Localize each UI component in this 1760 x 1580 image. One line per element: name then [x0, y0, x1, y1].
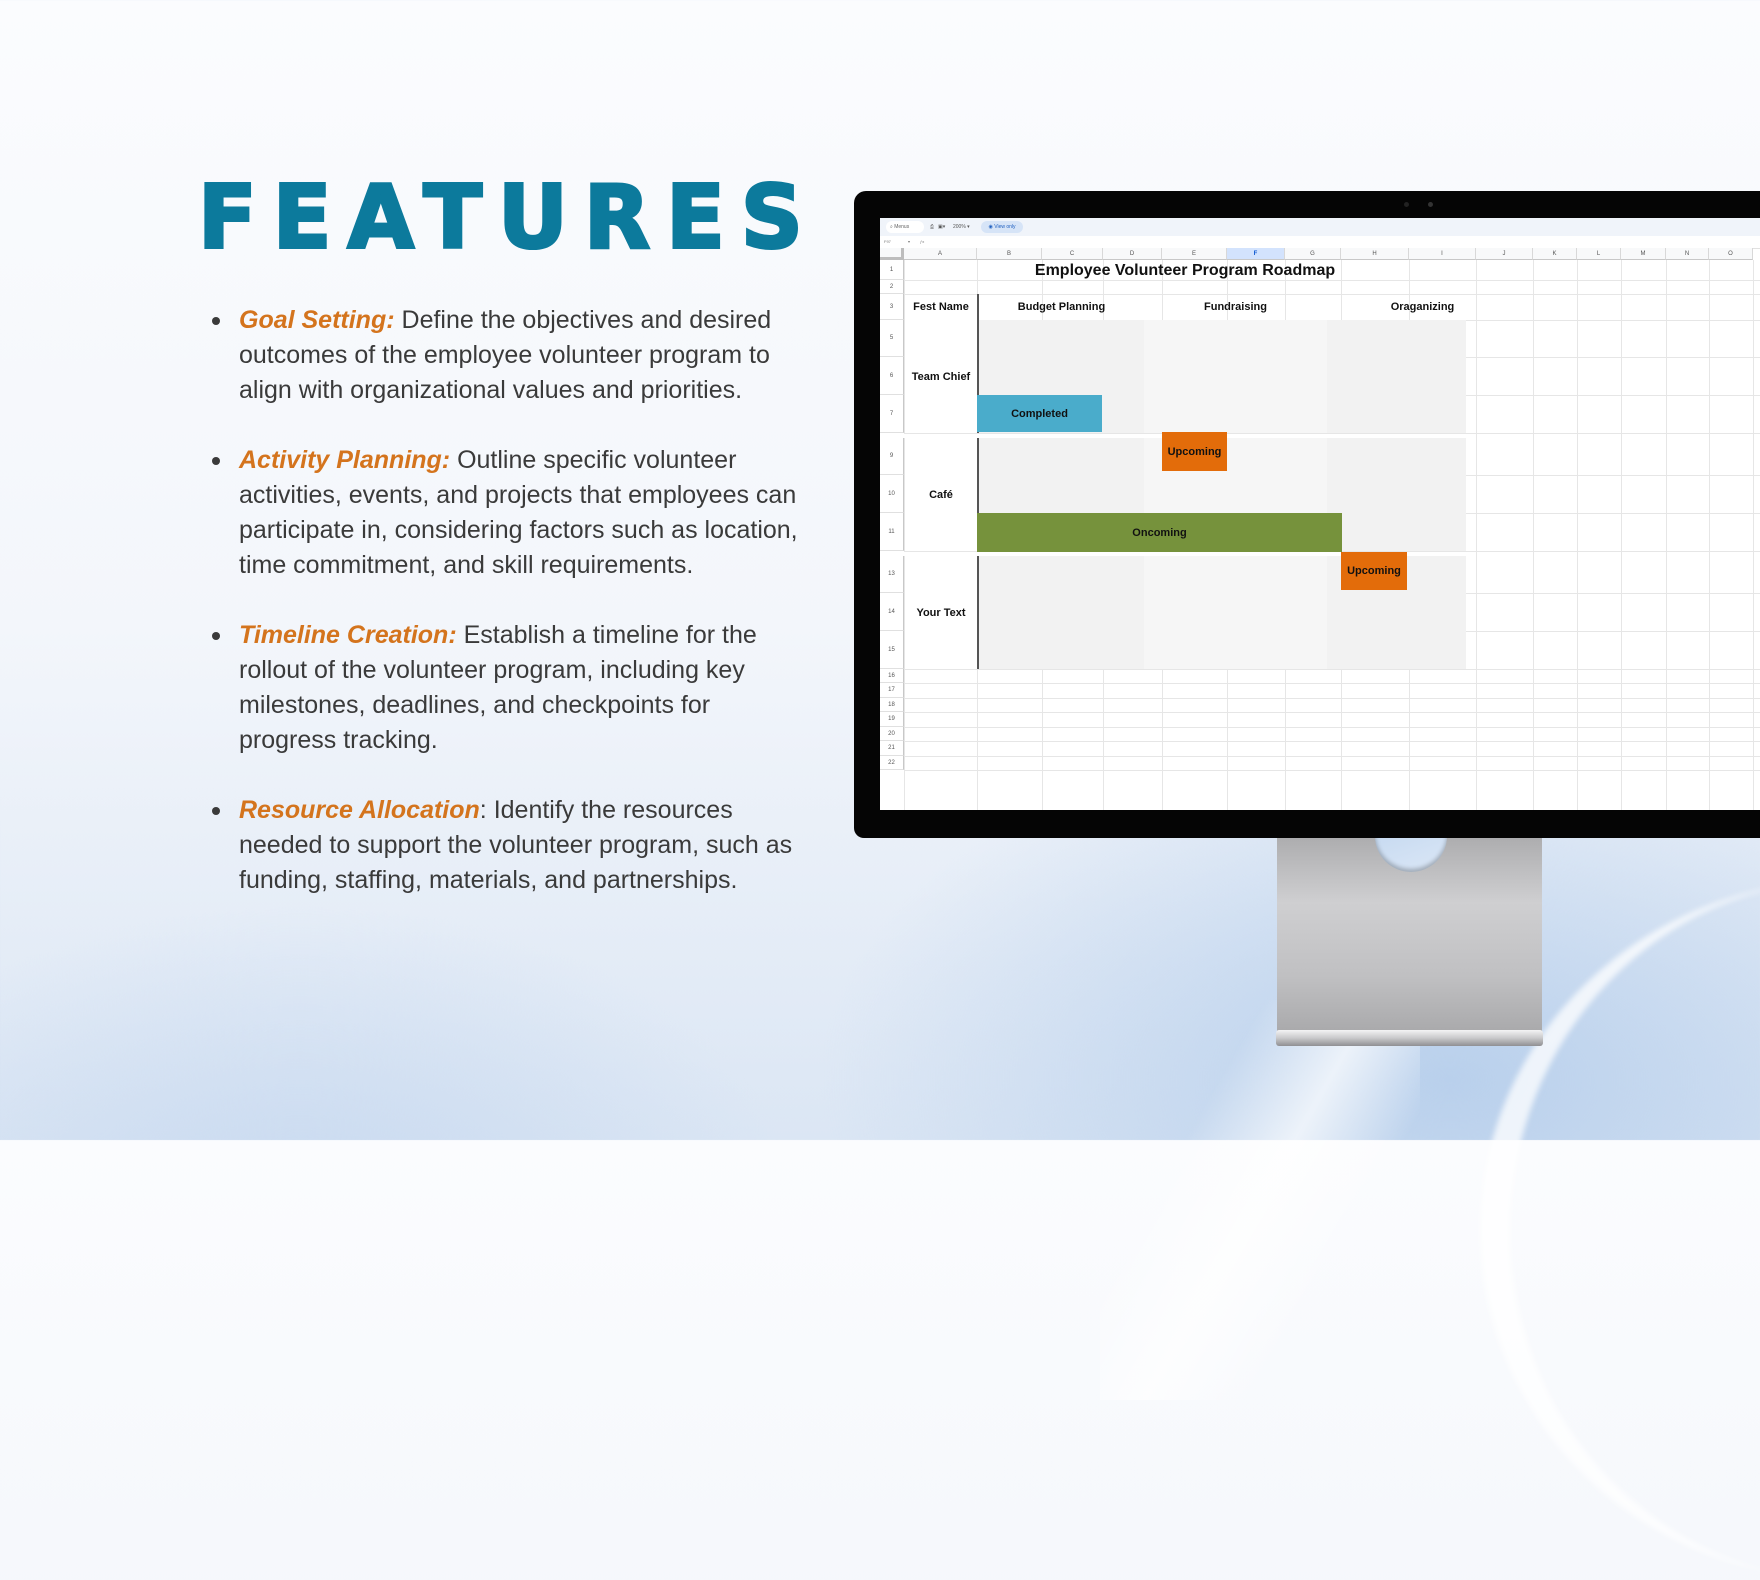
paint-format-icon[interactable]: ▣▾	[938, 221, 945, 233]
grid-line	[904, 727, 1760, 728]
timeline-cell-block	[1327, 438, 1466, 551]
column-header-g[interactable]: G	[1285, 248, 1341, 260]
row-header-14[interactable]: 14	[880, 593, 904, 631]
menu-search-label: Menus	[894, 224, 910, 230]
grid-line	[904, 698, 1760, 699]
timeline-cell-block	[1144, 556, 1327, 669]
timeline-cell-block	[1144, 320, 1327, 433]
column-header-b[interactable]: B	[977, 248, 1042, 260]
column-divider	[977, 556, 979, 669]
row-header-16[interactable]: 16	[880, 669, 904, 683]
feature-item-timeline-creation: Timeline Creation: Establish a timeline …	[212, 618, 812, 758]
print-icon[interactable]: ⎙	[930, 221, 934, 233]
phase-header-organizing[interactable]: Oraganizing	[1327, 294, 1518, 320]
page-title: FEATURES	[197, 165, 819, 270]
task-bar-completed[interactable]: Completed	[977, 395, 1102, 432]
row-header-21[interactable]: 21	[880, 741, 904, 756]
grid-line	[904, 712, 1760, 713]
chevron-down-icon[interactable]: ▾	[908, 239, 910, 244]
row-header-18[interactable]: 18	[880, 698, 904, 712]
feature-list: Goal Setting: Define the objectives and …	[212, 303, 812, 933]
group-label-cafe[interactable]: Café	[905, 438, 977, 551]
bullet-icon	[212, 457, 220, 465]
grid-line	[904, 770, 1760, 771]
feature-title: Resource Allocation	[239, 796, 480, 824]
select-all-corner[interactable]	[880, 248, 904, 260]
column-header-j[interactable]: J	[1476, 248, 1533, 260]
row-header-22[interactable]: 22	[880, 756, 904, 770]
timeline-cell-block	[979, 556, 1144, 669]
grid-line	[904, 280, 1760, 281]
group-label-team-chief[interactable]: Team Chief	[905, 320, 977, 433]
task-bar-oncoming[interactable]: Oncoming	[977, 513, 1342, 552]
row-header-7[interactable]: 7	[880, 395, 904, 433]
zoom-value: 200%	[953, 224, 966, 230]
task-bar-upcoming[interactable]: Upcoming	[1162, 432, 1227, 471]
menu-search-button[interactable]: ⌕ Menus	[886, 221, 924, 233]
column-header-a[interactable]: A	[904, 248, 977, 260]
row-header-11[interactable]: 11	[880, 513, 904, 551]
camera-sensor-icon	[1404, 202, 1409, 207]
grid-line	[904, 756, 1760, 757]
feature-title: Timeline Creation:	[239, 621, 457, 649]
feature-item-resource-allocation: Resource Allocation: Identify the resour…	[212, 793, 812, 898]
header-label-cell[interactable]: Fest Name	[905, 294, 977, 320]
bullet-icon	[212, 807, 220, 815]
phase-header-budget-planning[interactable]: Budget Planning	[979, 294, 1144, 320]
row-header-20[interactable]: 20	[880, 727, 904, 741]
column-header-l[interactable]: L	[1577, 248, 1621, 260]
row-header-9[interactable]: 9	[880, 438, 904, 475]
monitor-stand-foot	[1276, 1030, 1543, 1046]
spreadsheet-screen: ⌕ Menus ⎙ ▣▾ 200% ▾ ◉ View only F97 ▾ ƒx…	[880, 218, 1760, 810]
row-header-10[interactable]: 10	[880, 475, 904, 513]
phase-header-fundraising[interactable]: Fundraising	[1144, 294, 1327, 320]
column-header-o[interactable]: O	[1709, 248, 1753, 260]
feature-item-activity-planning: Activity Planning: Outline specific volu…	[212, 443, 812, 583]
grid-line	[904, 683, 1760, 684]
sheet-title: Employee Volunteer Program Roadmap	[1034, 262, 1336, 279]
column-header-d[interactable]: D	[1103, 248, 1162, 260]
view-only-button[interactable]: ◉ View only	[981, 221, 1023, 233]
function-icon: ƒx	[920, 239, 925, 244]
column-header-c[interactable]: C	[1042, 248, 1103, 260]
zoom-select[interactable]: 200% ▾	[953, 221, 970, 233]
row-header-19[interactable]: 19	[880, 712, 904, 727]
grid-line	[904, 741, 1760, 742]
column-header-k[interactable]: K	[1533, 248, 1577, 260]
row-header-13[interactable]: 13	[880, 556, 904, 593]
bullet-icon	[212, 632, 220, 640]
view-mode-label: View only	[994, 224, 1016, 230]
row-header-17[interactable]: 17	[880, 683, 904, 698]
column-header-n[interactable]: N	[1666, 248, 1709, 260]
row-header-5[interactable]: 5	[880, 320, 904, 357]
column-header-i[interactable]: I	[1409, 248, 1476, 260]
feature-title: Activity Planning:	[239, 446, 451, 474]
task-bar-upcoming[interactable]: Upcoming	[1341, 552, 1407, 590]
bullet-icon	[212, 317, 220, 325]
timeline-cell-block	[1327, 320, 1466, 433]
group-label-your-text[interactable]: Your Text	[905, 556, 977, 669]
row-header-6[interactable]: 6	[880, 357, 904, 395]
grid-line	[904, 669, 1760, 670]
row-header-2[interactable]: 2	[880, 280, 904, 294]
monitor-stand	[1277, 800, 1542, 1038]
column-header-h[interactable]: H	[1341, 248, 1409, 260]
column-header-f[interactable]: F	[1227, 248, 1285, 260]
column-header-e[interactable]: E	[1162, 248, 1227, 260]
row-header-15[interactable]: 15	[880, 631, 904, 669]
cell-reference[interactable]: F97	[884, 239, 891, 244]
column-header-m[interactable]: M	[1621, 248, 1666, 260]
camera-lens-icon	[1428, 202, 1433, 207]
column-divider	[977, 294, 979, 320]
spreadsheet-toolbar: ⌕ Menus ⎙ ▣▾ 200% ▾ ◉ View only	[880, 218, 1760, 236]
feature-title: Goal Setting:	[239, 306, 395, 334]
feature-item-goal-setting: Goal Setting: Define the objectives and …	[212, 303, 812, 408]
row-header-1[interactable]: 1	[880, 260, 904, 280]
row-header-3[interactable]: 3	[880, 294, 904, 320]
background-light-streak	[1100, 1000, 1420, 1400]
